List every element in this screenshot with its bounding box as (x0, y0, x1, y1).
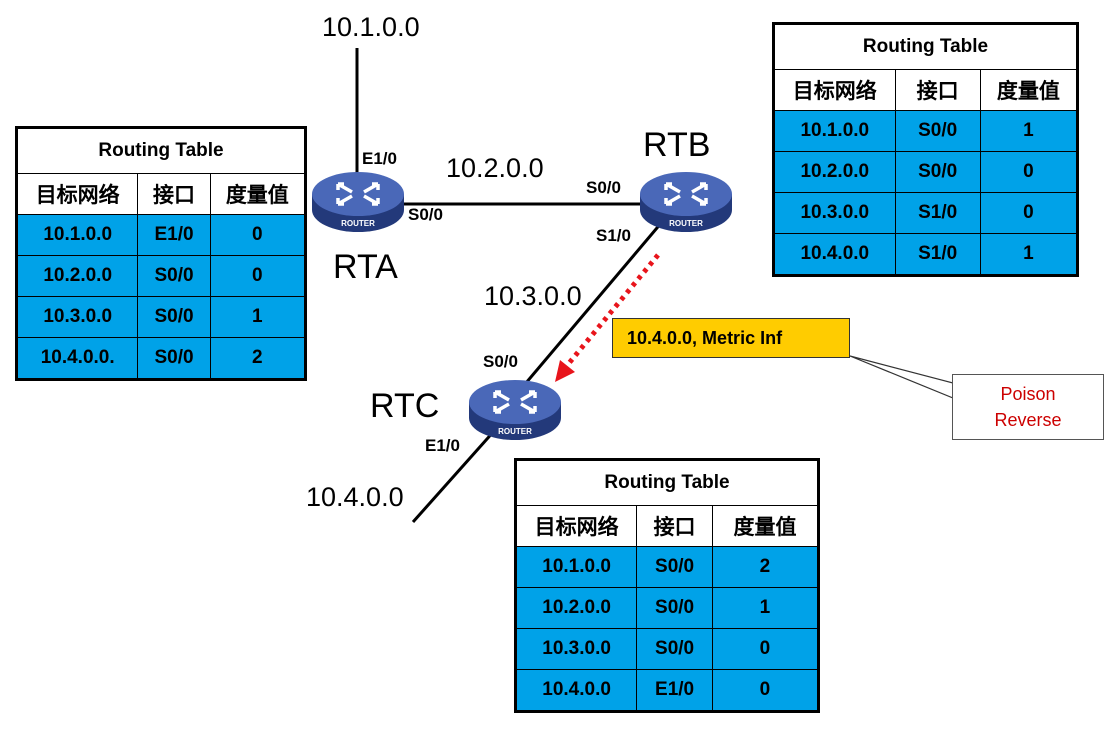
header-interface: 接口 (894, 69, 981, 111)
cell-metric: 0 (979, 192, 1079, 234)
router-icon: ROUTER (312, 172, 404, 232)
cell-metric: 0 (711, 628, 820, 670)
network-label-10-4: 10.4.0.0 (306, 482, 404, 512)
header-destination: 目标网络 (15, 173, 139, 215)
router-name-rtc: RTC (370, 387, 440, 425)
interface-rta-s0: S0/0 (408, 205, 443, 224)
interface-rtc-e1: E1/0 (425, 436, 460, 455)
table-row: 10.3.0.0 S0/0 0 (514, 628, 820, 670)
table-title: Routing Table (16, 127, 306, 174)
svg-text:ROUTER: ROUTER (669, 219, 703, 228)
table-row: 10.3.0.0 S1/0 0 (773, 192, 1079, 234)
table-row: 10.4.0.0 E1/0 0 (514, 669, 820, 712)
cell-metric: 1 (711, 587, 820, 629)
cell-metric: 2 (711, 546, 820, 588)
table-row: 10.1.0.0 S0/0 1 (773, 110, 1079, 152)
cell-interface: S0/0 (894, 151, 981, 193)
cell-metric: 1 (209, 296, 307, 338)
table-row: 10.1.0.0 S0/0 2 (514, 546, 820, 588)
interface-rtb-s1: S1/0 (596, 226, 631, 245)
router-rtc[interactable]: ROUTER (465, 378, 565, 442)
route-update-callout: 10.4.0.0, Metric Inf (612, 318, 850, 358)
cell-interface: E1/0 (137, 214, 211, 256)
cell-interface: S0/0 (137, 296, 211, 338)
cell-interface: E1/0 (636, 669, 713, 712)
interface-rtb-s0: S0/0 (586, 178, 621, 197)
router-rta[interactable]: ROUTER (308, 170, 408, 234)
network-label-10-2: 10.2.0.0 (446, 153, 544, 183)
cell-interface: S0/0 (894, 110, 981, 152)
header-destination: 目标网络 (514, 505, 638, 547)
table-row: 10.1.0.0 E1/0 0 (15, 214, 307, 256)
cell-destination: 10.2.0.0 (15, 255, 139, 297)
routing-table-rtc: Routing Table 目标网络 接口 度量值 10.1.0.0 S0/0 2 … (514, 458, 820, 713)
table-row: 10.3.0.0 S0/0 1 (15, 296, 307, 338)
cell-metric: 0 (209, 255, 307, 297)
header-metric: 度量值 (209, 173, 307, 215)
network-label-10-3: 10.3.0.0 (484, 281, 582, 311)
route-update-text: 10.4.0.0, Metric Inf (627, 327, 783, 348)
cell-metric: 1 (979, 110, 1079, 152)
cell-interface: S0/0 (137, 255, 211, 297)
cell-destination: 10.4.0.0 (773, 233, 896, 276)
table-row: 10.4.0.0. S0/0 2 (15, 337, 307, 380)
cell-metric: 0 (979, 151, 1079, 193)
router-icon: ROUTER (640, 172, 732, 232)
cell-destination: 10.3.0.0 (514, 628, 638, 670)
interface-rtc-s0: S0/0 (483, 352, 518, 371)
cell-interface: S1/0 (894, 233, 981, 276)
cell-interface: S0/0 (636, 587, 713, 629)
cell-destination: 10.3.0.0 (773, 192, 896, 234)
header-metric: 度量值 (979, 69, 1079, 111)
cell-destination: 10.3.0.0 (15, 296, 139, 338)
router-name-rta: RTA (333, 248, 398, 286)
cell-destination: 10.1.0.0 (15, 214, 139, 256)
cell-interface: S0/0 (137, 337, 211, 380)
note-line-2: Reverse (994, 410, 1062, 430)
table-title: Routing Table (515, 459, 819, 506)
cell-destination: 10.1.0.0 (514, 546, 638, 588)
routing-table-rta: Routing Table 目标网络 接口 度量值 10.1.0.0 E1/0 0 … (15, 126, 307, 381)
cell-destination: 10.2.0.0 (514, 587, 638, 629)
cell-destination: 10.4.0.0 (514, 669, 638, 712)
cell-interface: S0/0 (636, 628, 713, 670)
table-row: 10.2.0.0 S0/0 0 (773, 151, 1079, 193)
table-row: 10.2.0.0 S0/0 0 (15, 255, 307, 297)
router-name-rtb: RTB (643, 126, 711, 164)
cell-metric: 2 (209, 337, 307, 380)
header-destination: 目标网络 (773, 69, 896, 111)
cell-interface: S1/0 (894, 192, 981, 234)
network-label-10-1: 10.1.0.0 (322, 12, 420, 42)
note-line-1: Poison (1000, 384, 1056, 404)
svg-text:ROUTER: ROUTER (498, 427, 532, 436)
cell-metric: 0 (711, 669, 820, 712)
header-metric: 度量值 (711, 505, 820, 547)
header-interface: 接口 (636, 505, 713, 547)
callout-pointer (849, 355, 954, 399)
router-icon: ROUTER (469, 380, 561, 440)
interface-rta-e1: E1/0 (362, 149, 397, 168)
cell-metric: 0 (209, 214, 307, 256)
cell-destination: 10.2.0.0 (773, 151, 896, 193)
header-interface: 接口 (137, 173, 211, 215)
cell-metric: 1 (979, 233, 1079, 276)
svg-text:ROUTER: ROUTER (341, 219, 375, 228)
routing-table-rtb: Routing Table 目标网络 接口 度量值 10.1.0.0 S0/0 1 … (772, 22, 1079, 277)
poison-reverse-note: Poison Reverse (952, 374, 1104, 440)
cell-interface: S0/0 (636, 546, 713, 588)
cell-destination: 10.1.0.0 (773, 110, 896, 152)
cell-destination: 10.4.0.0. (15, 337, 139, 380)
table-row: 10.4.0.0 S1/0 1 (773, 233, 1079, 276)
table-row: 10.2.0.0 S0/0 1 (514, 587, 820, 629)
table-title: Routing Table (773, 23, 1078, 70)
router-rtb[interactable]: ROUTER (636, 170, 736, 234)
